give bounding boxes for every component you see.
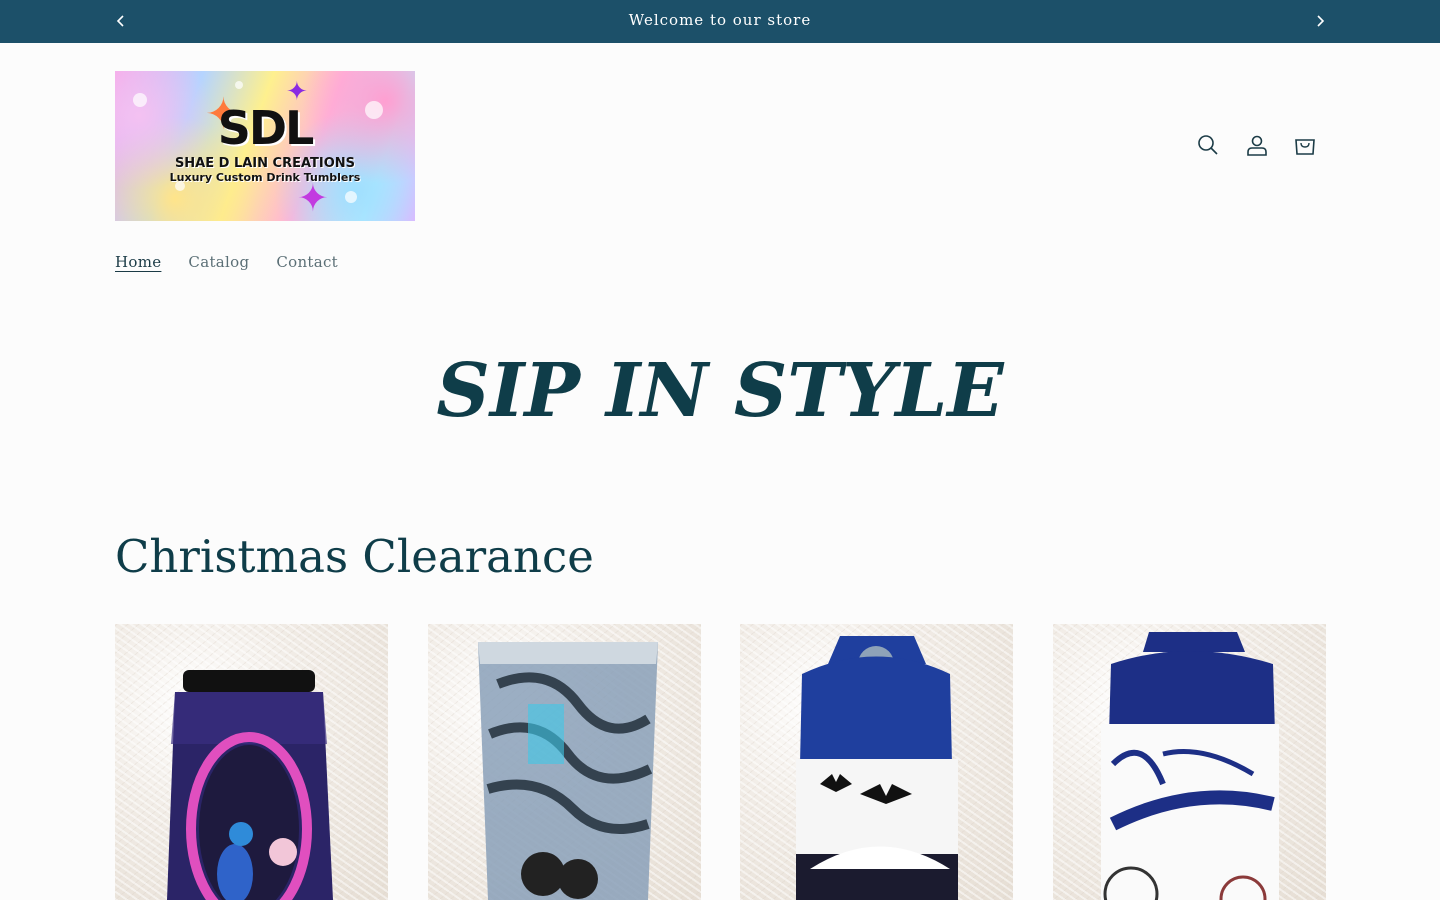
product-card[interactable]	[428, 624, 701, 900]
batman-kids-bottle-image	[796, 636, 958, 900]
star-icon: ✦	[297, 176, 329, 220]
peacock-tumbler-image	[167, 670, 333, 900]
holographic-zebra-tumbler-image	[478, 642, 658, 900]
announcement-text[interactable]: Welcome to our store	[0, 11, 1440, 29]
collection-title: Christmas Clearance	[115, 530, 594, 583]
product-card[interactable]	[1053, 624, 1326, 900]
sparkle-dot	[345, 191, 357, 203]
logo-title: SDL	[217, 101, 315, 155]
announcement-bar: Welcome to our store	[0, 0, 1440, 43]
logo-line2: Luxury Custom Drink Tumblers	[169, 171, 361, 184]
nav-item-catalog[interactable]: Catalog	[188, 253, 249, 271]
main-nav: Home Catalog Contact	[115, 253, 338, 271]
logo-line1: SHAE D LAIN CREATIONS	[174, 156, 356, 171]
sparkle-dot	[235, 81, 243, 89]
product-card[interactable]	[740, 624, 1013, 900]
chevron-right-icon[interactable]	[1312, 13, 1328, 29]
hero-heading: SIP IN STYLE	[436, 348, 1004, 434]
product-card[interactable]	[115, 624, 388, 900]
account-icon[interactable]	[1244, 132, 1270, 158]
search-icon[interactable]	[1195, 132, 1221, 158]
nav-item-contact[interactable]: Contact	[276, 253, 338, 271]
cart-icon[interactable]	[1292, 132, 1318, 158]
yankees-kids-bottle-image	[1101, 632, 1279, 900]
store-logo[interactable]: ✦ ✦ ✦ SDL SHAE D LAIN CREATIONS Luxury C…	[115, 71, 415, 221]
nav-item-home[interactable]: Home	[115, 253, 161, 271]
